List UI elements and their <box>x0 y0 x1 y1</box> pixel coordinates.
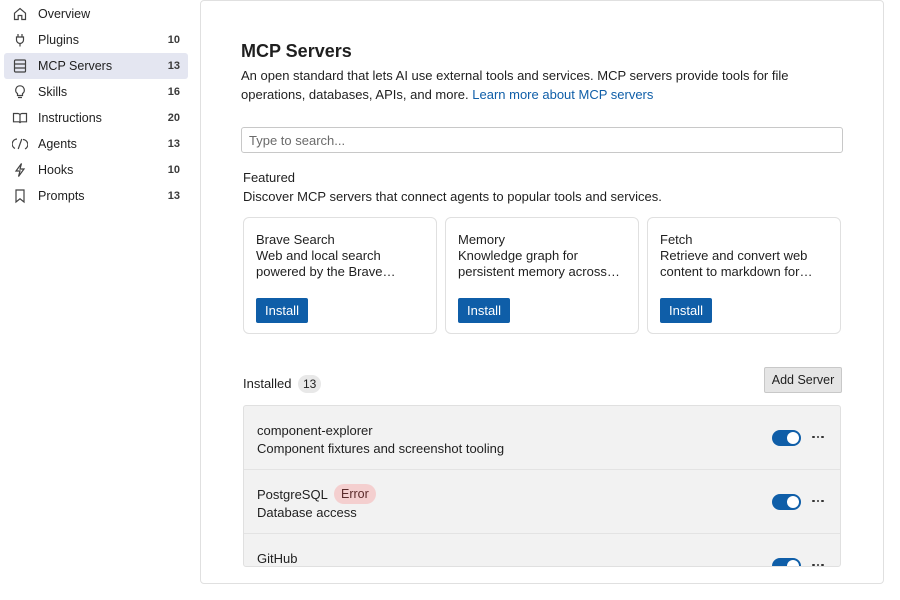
card-title: Fetch <box>660 232 693 247</box>
sidebar-item-label: Instructions <box>38 111 102 125</box>
featured-heading: Featured <box>243 170 296 185</box>
featured-card-memory[interactable]: Memory Knowledge graph for persistent me… <box>445 217 639 334</box>
learn-more-link[interactable]: Learn more about MCP servers <box>472 87 653 102</box>
page-description: An open standard that lets AI use extern… <box>241 66 801 104</box>
install-button[interactable]: Install <box>660 298 712 323</box>
sidebar-item-skills[interactable]: Skills 16 <box>4 79 188 105</box>
sidebar-item-label: Hooks <box>38 163 74 177</box>
toggle-knob <box>787 432 799 444</box>
sidebar-item-label: Skills <box>38 85 68 99</box>
install-button[interactable]: Install <box>256 298 308 323</box>
server-row[interactable]: GitHub <box>244 534 840 566</box>
sidebar-item-label: MCP Servers <box>38 59 113 73</box>
server-row[interactable]: component-explorer Component fixtures an… <box>244 406 840 470</box>
server-name: GitHub <box>257 551 298 566</box>
sidebar-item-plugins[interactable]: Plugins 10 <box>4 27 188 53</box>
more-actions-icon[interactable] <box>810 492 826 510</box>
server-enabled-toggle[interactable] <box>772 430 801 446</box>
server-description: Component fixtures and screenshot toolin… <box>257 441 505 456</box>
card-title: Brave Search <box>256 232 335 247</box>
sidebar-item-count: 10 <box>167 34 180 46</box>
card-description: Knowledge graph for persistent memory ac… <box>458 248 630 280</box>
add-server-button[interactable]: Add Server <box>764 367 842 393</box>
sidebar-item-prompts[interactable]: Prompts 13 <box>4 183 188 209</box>
sidebar-item-count: 20 <box>167 112 180 124</box>
lightning-icon <box>12 162 28 178</box>
card-description-line: persistent memory across… <box>458 264 620 279</box>
book-icon <box>12 110 28 126</box>
server-enabled-toggle[interactable] <box>772 558 801 566</box>
sidebar-item-label: Prompts <box>38 189 85 203</box>
agent-icon <box>12 136 28 152</box>
server-name: PostgreSQL <box>257 487 328 502</box>
featured-card-fetch[interactable]: Fetch Retrieve and convert web content t… <box>647 217 841 334</box>
card-description-line: Retrieve and convert web <box>660 248 808 263</box>
toggle-knob <box>787 496 799 508</box>
server-row[interactable]: PostgreSQL Error Database access <box>244 470 840 534</box>
sidebar-item-label: Agents <box>38 137 77 151</box>
sidebar-item-mcp-servers[interactable]: MCP Servers 13 <box>4 53 188 79</box>
more-actions-icon[interactable] <box>810 428 826 446</box>
sidebar-item-count: 10 <box>167 164 180 176</box>
sidebar-item-overview[interactable]: Overview <box>4 1 188 27</box>
sidebar-item-label: Overview <box>38 7 91 21</box>
card-description-line: Knowledge graph for <box>458 248 578 263</box>
installed-server-list: component-explorer Component fixtures an… <box>243 405 841 567</box>
server-enabled-toggle[interactable] <box>772 494 801 510</box>
card-description-line: content to markdown for… <box>660 264 813 279</box>
error-status-badge: Error <box>334 484 376 504</box>
mcp-servers-panel: MCP Servers An open standard that lets A… <box>200 0 884 584</box>
page-title: MCP Servers <box>241 41 352 61</box>
sidebar-item-instructions[interactable]: Instructions 20 <box>4 105 188 131</box>
install-button[interactable]: Install <box>458 298 510 323</box>
search-input[interactable] <box>241 127 843 153</box>
installed-count-badge: 13 <box>298 375 322 393</box>
installed-heading: Installed <box>243 376 292 391</box>
server-name: component-explorer <box>257 423 373 438</box>
server-description: Database access <box>257 505 357 520</box>
featured-subtitle: Discover MCP servers that connect agents… <box>243 189 662 204</box>
card-description: Retrieve and convert web content to mark… <box>660 248 832 280</box>
sidebar-item-agents[interactable]: Agents 13 <box>4 131 188 157</box>
card-description: Web and local search powered by the Brav… <box>256 248 428 280</box>
home-icon <box>12 6 28 22</box>
featured-card-brave-search[interactable]: Brave Search Web and local search powere… <box>243 217 437 334</box>
card-description-line: Web and local search <box>256 248 381 263</box>
bookmark-icon <box>12 188 28 204</box>
card-description-line: powered by the Brave… <box>256 264 396 279</box>
plug-icon <box>12 32 28 48</box>
sidebar-item-hooks[interactable]: Hooks 10 <box>4 157 188 183</box>
card-title: Memory <box>458 232 505 247</box>
server-icon <box>12 58 28 74</box>
sidebar-item-count: 13 <box>167 60 180 72</box>
sidebar-item-count: 13 <box>167 138 180 150</box>
toggle-knob <box>787 560 799 566</box>
more-actions-icon[interactable] <box>810 556 826 566</box>
sidebar: Overview Plugins 10 MCP Servers 13 Skill… <box>0 0 196 600</box>
sidebar-item-count: 13 <box>167 190 180 202</box>
lightbulb-icon <box>12 84 28 100</box>
sidebar-item-label: Plugins <box>38 33 79 47</box>
sidebar-item-count: 16 <box>167 86 180 98</box>
